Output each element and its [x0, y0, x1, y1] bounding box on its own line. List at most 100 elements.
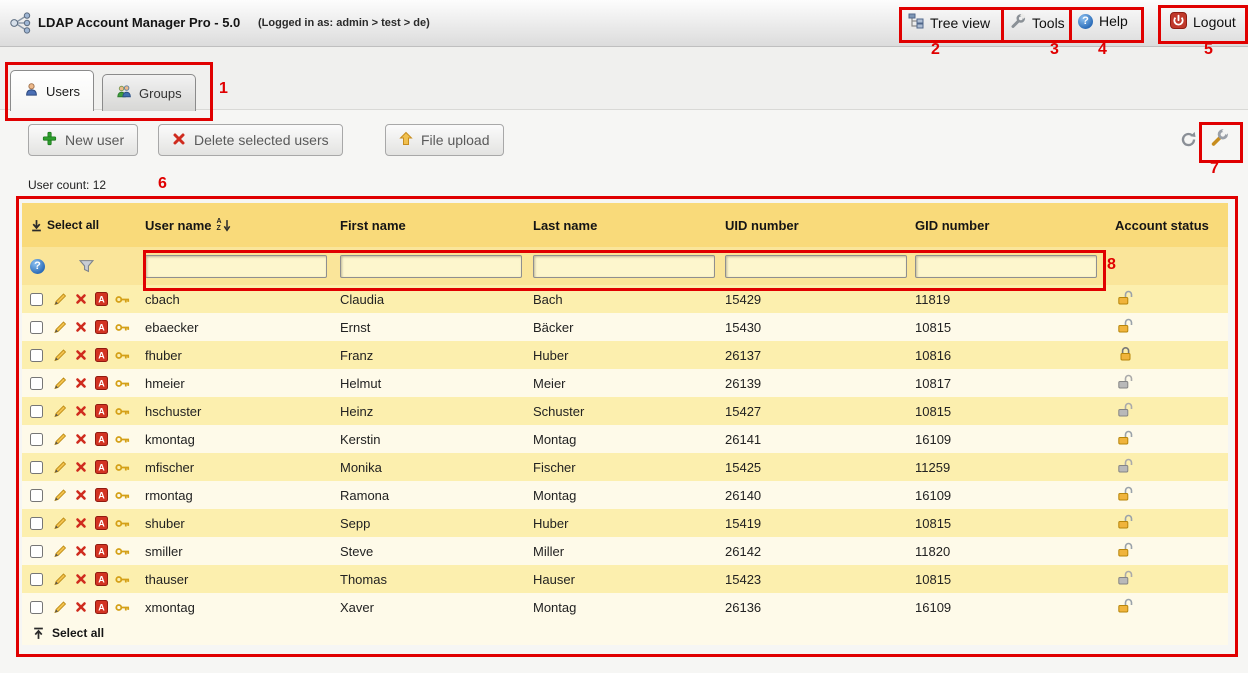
select-all-top-icon[interactable] — [30, 219, 43, 232]
filter-help-icon[interactable]: ? — [30, 259, 45, 274]
refresh-icon[interactable] — [1180, 131, 1197, 153]
delete-x-icon[interactable] — [72, 601, 89, 613]
password-key-icon[interactable] — [114, 546, 131, 557]
edit-pencil-icon[interactable] — [51, 488, 68, 502]
column-header-gid-number[interactable]: GID number — [915, 218, 1115, 233]
delete-x-icon[interactable] — [72, 321, 89, 333]
row-select-checkbox[interactable] — [30, 405, 43, 418]
delete-x-icon[interactable] — [72, 461, 89, 473]
edit-pencil-icon[interactable] — [51, 544, 68, 558]
pdf-icon[interactable]: A — [93, 348, 110, 362]
filter-last-name-input[interactable] — [533, 255, 715, 278]
row-select-checkbox[interactable] — [30, 293, 43, 306]
select-all-bottom-label[interactable]: Select all — [52, 626, 104, 640]
edit-pencil-icon[interactable] — [51, 432, 68, 446]
cell-user-name[interactable]: smiller — [145, 544, 340, 559]
password-key-icon[interactable] — [114, 490, 131, 501]
password-key-icon[interactable] — [114, 434, 131, 445]
delete-x-icon[interactable] — [72, 517, 89, 529]
delete-x-icon[interactable] — [72, 573, 89, 585]
new-user-button[interactable]: New user — [28, 124, 138, 156]
column-header-last-name[interactable]: Last name — [533, 218, 725, 233]
password-key-icon[interactable] — [114, 574, 131, 585]
pdf-icon[interactable]: A — [93, 320, 110, 334]
tools-button[interactable]: Tools — [1010, 13, 1065, 32]
edit-pencil-icon[interactable] — [51, 376, 68, 390]
edit-pencil-icon[interactable] — [51, 320, 68, 334]
delete-x-icon[interactable] — [72, 489, 89, 501]
pdf-icon[interactable]: A — [93, 516, 110, 530]
file-upload-button[interactable]: File upload — [385, 124, 504, 156]
sort-icon[interactable]: AZ — [216, 218, 230, 232]
delete-selected-button[interactable]: Delete selected users — [158, 124, 343, 156]
row-select-checkbox[interactable] — [30, 321, 43, 334]
row-select-checkbox[interactable] — [30, 489, 43, 502]
column-header-first-name[interactable]: First name — [340, 218, 533, 233]
password-key-icon[interactable] — [114, 518, 131, 529]
password-key-icon[interactable] — [114, 378, 131, 389]
password-key-icon[interactable] — [114, 602, 131, 613]
pdf-icon[interactable]: A — [93, 488, 110, 502]
cell-user-name[interactable]: kmontag — [145, 432, 340, 447]
tab-users[interactable]: Users — [10, 70, 94, 111]
delete-x-icon[interactable] — [72, 433, 89, 445]
cell-user-name[interactable]: mfischer — [145, 460, 340, 475]
row-select-checkbox[interactable] — [30, 601, 43, 614]
row-select-checkbox[interactable] — [30, 545, 43, 558]
delete-x-icon[interactable] — [72, 349, 89, 361]
logout-button[interactable]: Logout — [1170, 12, 1236, 32]
column-header-account-status[interactable]: Account status — [1115, 218, 1228, 233]
select-all-top-label[interactable]: Select all — [47, 218, 99, 232]
delete-x-icon[interactable] — [72, 377, 89, 389]
pdf-icon[interactable]: A — [93, 572, 110, 586]
column-header-uid-number[interactable]: UID number — [725, 218, 915, 233]
delete-x-icon[interactable] — [72, 293, 89, 305]
cell-user-name[interactable]: cbach — [145, 292, 340, 307]
tree-view-button[interactable]: Tree view — [908, 13, 990, 32]
filter-first-name-input[interactable] — [340, 255, 522, 278]
edit-pencil-icon[interactable] — [51, 516, 68, 530]
pdf-icon[interactable]: A — [93, 460, 110, 474]
edit-pencil-icon[interactable] — [51, 572, 68, 586]
column-header-user-name[interactable]: User name — [145, 218, 211, 233]
filter-user-name-input[interactable] — [145, 255, 327, 278]
password-key-icon[interactable] — [114, 294, 131, 305]
filter-uid-number-input[interactable] — [725, 255, 907, 278]
edit-pencil-icon[interactable] — [51, 292, 68, 306]
password-key-icon[interactable] — [114, 322, 131, 333]
row-select-checkbox[interactable] — [30, 573, 43, 586]
tab-groups[interactable]: Groups — [102, 74, 196, 111]
filter-gid-number-input[interactable] — [915, 255, 1097, 278]
cell-user-name[interactable]: shuber — [145, 516, 340, 531]
edit-pencil-icon[interactable] — [51, 404, 68, 418]
edit-pencil-icon[interactable] — [51, 460, 68, 474]
row-select-checkbox[interactable] — [30, 377, 43, 390]
filter-icon[interactable] — [79, 259, 94, 273]
pdf-icon[interactable]: A — [93, 544, 110, 558]
help-button[interactable]: ? Help — [1078, 13, 1128, 29]
cell-user-name[interactable]: hschuster — [145, 404, 340, 419]
delete-x-icon[interactable] — [72, 405, 89, 417]
row-select-checkbox[interactable] — [30, 349, 43, 362]
cell-user-name[interactable]: hmeier — [145, 376, 340, 391]
row-select-checkbox[interactable] — [30, 433, 43, 446]
password-key-icon[interactable] — [114, 406, 131, 417]
cell-user-name[interactable]: ebaecker — [145, 320, 340, 335]
row-select-checkbox[interactable] — [30, 461, 43, 474]
list-settings-wrench-icon[interactable] — [1210, 128, 1229, 152]
pdf-icon[interactable]: A — [93, 404, 110, 418]
cell-user-name[interactable]: thauser — [145, 572, 340, 587]
pdf-icon[interactable]: A — [93, 292, 110, 306]
cell-user-name[interactable]: fhuber — [145, 348, 340, 363]
pdf-icon[interactable]: A — [93, 376, 110, 390]
edit-pencil-icon[interactable] — [51, 600, 68, 614]
edit-pencil-icon[interactable] — [51, 348, 68, 362]
select-all-bottom-icon[interactable] — [32, 627, 45, 640]
password-key-icon[interactable] — [114, 462, 131, 473]
cell-user-name[interactable]: rmontag — [145, 488, 340, 503]
pdf-icon[interactable]: A — [93, 432, 110, 446]
pdf-icon[interactable]: A — [93, 600, 110, 614]
cell-user-name[interactable]: xmontag — [145, 600, 340, 615]
delete-x-icon[interactable] — [72, 545, 89, 557]
password-key-icon[interactable] — [114, 350, 131, 361]
